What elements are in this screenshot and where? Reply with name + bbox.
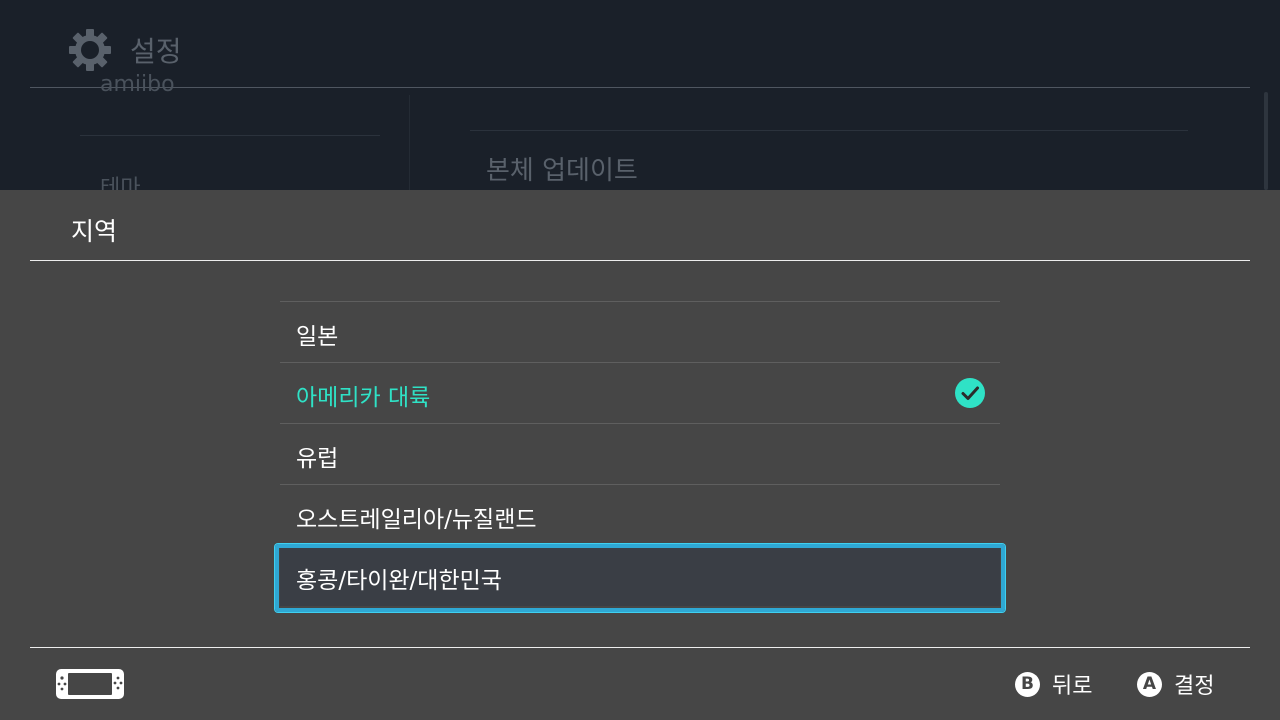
region-option-hk-tw-kr[interactable]: 홍콩/타이완/대한민국: [275, 544, 1005, 612]
panel-title: 지역: [71, 217, 118, 246]
region-option-australia-nz[interactable]: 오스트레일리아/뉴질랜드: [280, 484, 1000, 545]
sidebar-vertical-divider: [409, 95, 410, 190]
region-label: 홍콩/타이완/대한민국: [296, 568, 502, 594]
region-option-japan[interactable]: 일본: [280, 301, 1000, 362]
main-divider: [470, 130, 1188, 131]
background-settings-screen: 설정 amiibo 테마 본체 업데이트: [0, 0, 1280, 190]
region-label: 유럽: [296, 446, 339, 472]
panel-top-divider: [30, 260, 1250, 261]
region-option-americas[interactable]: 아메리카 대륙: [280, 362, 1000, 423]
sidebar-item-amiibo[interactable]: amiibo: [100, 72, 175, 97]
system-update-item[interactable]: 본체 업데이트: [486, 150, 638, 187]
a-button-icon: A: [1137, 671, 1162, 697]
header-divider: [30, 87, 1250, 88]
region-label: 일본: [296, 324, 339, 350]
checkmark-circle-icon: [955, 378, 985, 408]
confirm-button-label: 결정: [1174, 674, 1215, 699]
page-title: 설정: [130, 35, 182, 68]
panel-bottom-divider: [30, 647, 1250, 648]
region-label: 아메리카 대륙: [296, 385, 431, 411]
handheld-console-icon: [56, 669, 124, 699]
region-option-europe[interactable]: 유럽: [280, 423, 1000, 484]
region-label: 오스트레일리아/뉴질랜드: [296, 507, 537, 533]
back-button[interactable]: B 뒤로: [1015, 669, 1092, 699]
region-list: 일본 아메리카 대륙 유럽 오스트레일리아/뉴질랜드 홍콩/타이완/대한민국: [275, 301, 1005, 612]
b-button-icon: B: [1015, 671, 1040, 697]
region-select-panel: 지역 일본 아메리카 대륙 유럽 오스트레일리아/뉴질랜드 홍콩/타이완/대한민…: [0, 190, 1280, 720]
gear-icon: [69, 29, 111, 71]
confirm-button[interactable]: A 결정: [1137, 669, 1214, 699]
back-button-label: 뒤로: [1052, 674, 1093, 699]
scrollbar[interactable]: [1264, 92, 1268, 190]
sidebar-item-theme[interactable]: 테마: [100, 170, 140, 190]
sidebar-divider: [80, 135, 380, 136]
